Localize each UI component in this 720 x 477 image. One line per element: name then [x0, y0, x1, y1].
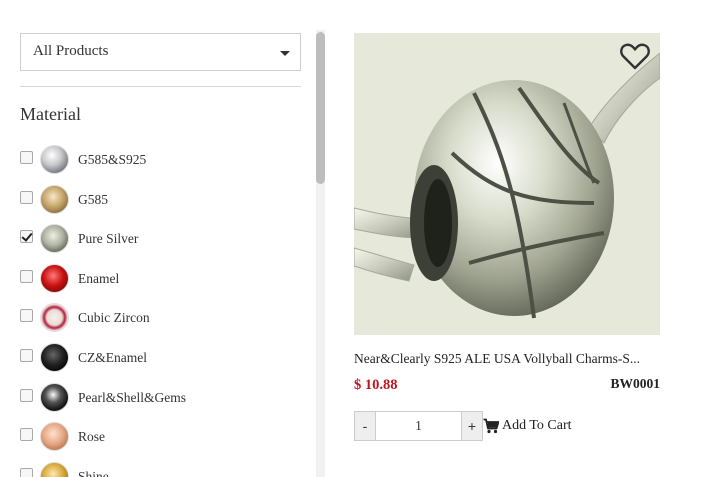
pearl-bead-thumbnail [40, 382, 69, 412]
filter-item-cz-enamel[interactable]: CZ&Enamel [20, 339, 310, 379]
shine-charm-thumbnail [40, 461, 69, 477]
filter-checkbox[interactable] [20, 190, 33, 204]
filter-checkbox[interactable] [20, 428, 33, 442]
filter-label: G585&S925 [78, 152, 147, 167]
filter-checkbox[interactable] [20, 309, 33, 323]
filter-label: Shine [78, 468, 109, 477]
silver-bead-thumbnail [40, 145, 69, 174]
quantity-input[interactable] [376, 411, 461, 441]
filter-label: G585 [78, 191, 108, 207]
add-to-cart-label: Add To Cart [502, 418, 572, 433]
shopping-cart-icon [483, 418, 499, 434]
divider [20, 86, 301, 87]
quantity-increase-button[interactable]: + [461, 411, 483, 441]
filter-checkbox[interactable] [20, 269, 33, 283]
product-name[interactable]: Near&Clearly S925 ALE USA Vollyball Char… [354, 351, 660, 367]
filter-checkbox[interactable] [20, 388, 33, 402]
filter-item-pearl-shell-gems[interactable]: Pearl&Shell&Gems [20, 379, 310, 419]
filter-label: Pure Silver [78, 231, 139, 247]
section-title-material: Material [20, 104, 81, 124]
product-image[interactable] [354, 33, 660, 335]
sidebar-scrollbar-thumb[interactable] [316, 32, 325, 184]
chevron-down-icon [280, 51, 290, 56]
category-select-value: All Products [33, 43, 109, 59]
material-filter-list: G585&S925 G585 Pure Silver Enamel Cubic … [20, 141, 310, 477]
black-bead-thumbnail [40, 342, 69, 372]
volleyball-bead-thumbnail [40, 224, 69, 254]
filter-checkbox[interactable] [20, 467, 33, 477]
filter-checkbox[interactable] [20, 348, 33, 362]
filter-item-enamel[interactable]: Enamel [20, 260, 310, 300]
product-price: $ 10.88 [354, 377, 398, 393]
filter-item-cubic-zircon[interactable]: Cubic Zircon [20, 299, 310, 339]
filter-label: CZ&Enamel [78, 349, 147, 365]
filter-label: Rose [78, 429, 105, 445]
filter-label: Pearl&Shell&Gems [78, 389, 186, 405]
filter-sidebar: All Products Material G585&S925 G585 Pur… [0, 0, 330, 477]
filter-item-g585[interactable]: G585 [20, 181, 310, 221]
filter-item-pure-silver[interactable]: Pure Silver [20, 220, 310, 260]
gold-charm-thumbnail [40, 184, 69, 214]
rose-heart-thumbnail [40, 422, 69, 452]
heart-outline-icon[interactable] [620, 42, 650, 70]
product-sku: BW0001 [610, 376, 660, 391]
filter-item-rose[interactable]: Rose [20, 418, 310, 458]
quantity-decrease-button[interactable]: - [354, 411, 376, 441]
red-heart-thumbnail [40, 263, 69, 293]
add-to-cart-button[interactable]: Add To Cart [483, 415, 572, 437]
filter-item-g585-s925[interactable]: G585&S925 [20, 141, 310, 181]
pink-heart-thumbnail [40, 303, 69, 333]
filter-label: Cubic Zircon [78, 310, 150, 326]
volleyball-charm-image [354, 33, 660, 335]
filter-item-shine[interactable]: Shine [20, 458, 310, 477]
category-select[interactable]: All Products [20, 33, 301, 71]
quantity-stepper: - + [354, 411, 483, 441]
filter-label: Enamel [78, 270, 120, 286]
filter-checkbox-checked[interactable] [20, 230, 33, 244]
filter-checkbox[interactable] [20, 151, 33, 164]
